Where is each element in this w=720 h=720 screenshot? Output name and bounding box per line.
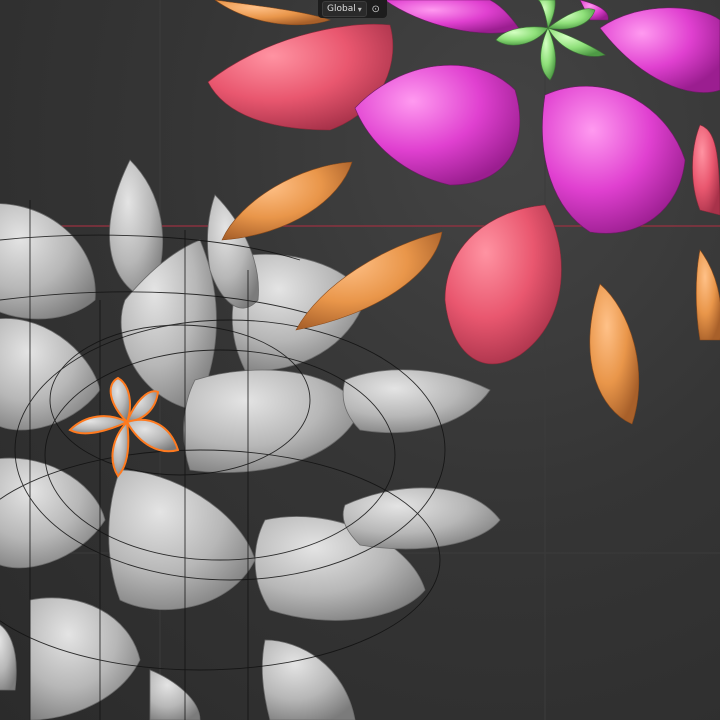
scene-canvas[interactable]: [0, 0, 720, 720]
viewport-header: Global ▾ ⊙: [318, 0, 387, 18]
chevron-down-icon: ▾: [357, 4, 362, 14]
3d-viewport[interactable]: Global ▾ ⊙: [0, 0, 720, 720]
transform-orientation-label: Global: [327, 4, 356, 14]
snap-toggle-icon[interactable]: ⊙: [369, 2, 383, 16]
green-flower-center[interactable]: [495, 0, 606, 81]
transform-orientation-dropdown[interactable]: Global ▾: [322, 1, 367, 17]
